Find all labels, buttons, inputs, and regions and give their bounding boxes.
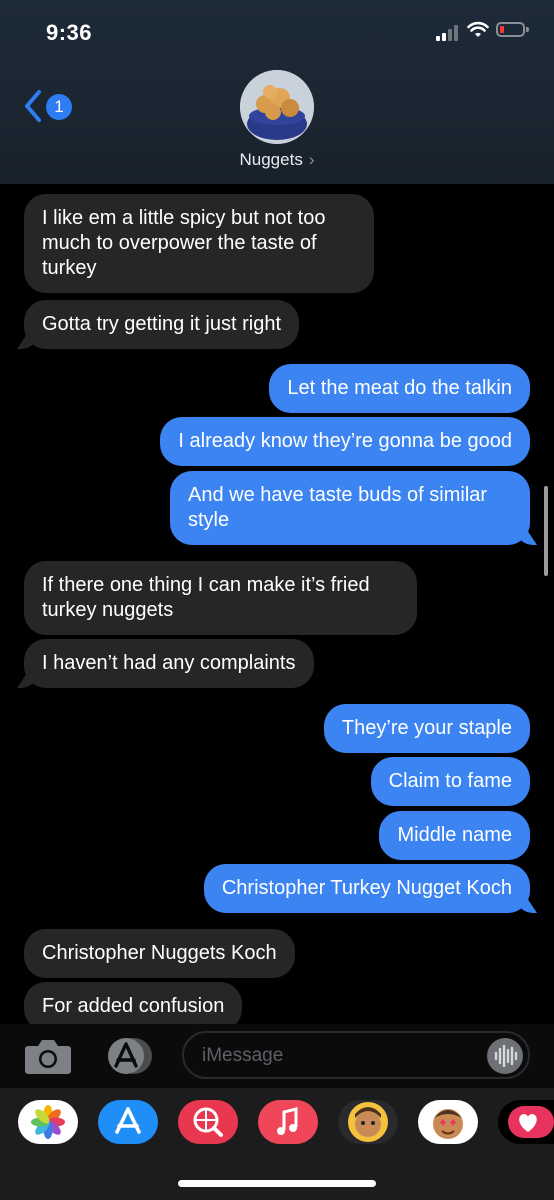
apps-button[interactable]: [104, 1036, 156, 1076]
incoming-message[interactable]: Gotta try getting it just right: [24, 300, 299, 349]
incoming-message[interactable]: I like em a little spicy but not too muc…: [24, 194, 374, 293]
nuggets-photo-icon: [240, 70, 314, 144]
memoji-stickers-icon: [433, 1109, 463, 1139]
music-app-button[interactable]: [258, 1100, 318, 1144]
waveform-icon: [494, 1044, 518, 1068]
contact-name: Nuggets: [239, 150, 303, 169]
outgoing-message[interactable]: They’re your staple: [323, 704, 530, 753]
message-input-field[interactable]: [182, 1031, 530, 1079]
memoji-app-button[interactable]: [338, 1100, 398, 1144]
camera-button[interactable]: [24, 1036, 72, 1076]
compose-bar: [0, 1024, 554, 1088]
outgoing-message[interactable]: And we have taste buds of similar style: [170, 471, 530, 545]
home-indicator[interactable]: [178, 1180, 376, 1187]
incoming-message[interactable]: For added confusion: [24, 982, 243, 1024]
digital-touch-app-button[interactable]: [498, 1100, 554, 1144]
outgoing-message[interactable]: Christopher Turkey Nugget Koch: [203, 864, 530, 913]
outgoing-message[interactable]: Claim to fame: [370, 757, 530, 806]
incoming-message[interactable]: If there one thing I can make it’s fried…: [24, 561, 417, 635]
outgoing-message[interactable]: I already know they’re gonna be good: [160, 417, 530, 466]
memoji-icon: [348, 1102, 388, 1142]
battery-icon: [496, 22, 529, 37]
message-thread[interactable]: I like em a little spicy but not too muc…: [0, 184, 554, 1024]
chevron-right-icon: ›: [308, 150, 315, 169]
wifi-icon: [467, 21, 489, 37]
app-store-icon: [108, 1038, 152, 1074]
globe-search-icon: [193, 1107, 223, 1137]
back-button[interactable]: 1: [22, 88, 76, 124]
cellular-signal-icon: [436, 24, 462, 41]
message-input[interactable]: [200, 1041, 474, 1071]
web-search-app-button[interactable]: [178, 1100, 238, 1144]
chevron-left-icon: [25, 90, 41, 122]
heart-icon: [508, 1106, 554, 1138]
status-time: 9:36: [46, 20, 93, 45]
camera-icon: [25, 1040, 71, 1074]
scrollbar[interactable]: [544, 486, 548, 576]
unread-count-badge: 1: [46, 94, 72, 120]
outgoing-message[interactable]: Let the meat do the talkin: [269, 364, 530, 413]
photos-icon: [31, 1105, 65, 1139]
incoming-message[interactable]: I haven’t had any complaints: [24, 639, 314, 688]
audio-message-button[interactable]: [487, 1038, 523, 1074]
conversation-header: 9:36 1 Nuggets ›: [0, 0, 554, 184]
music-note-icon: [277, 1107, 298, 1135]
memoji-stickers-app-button[interactable]: [418, 1100, 478, 1144]
outgoing-message[interactable]: Middle name: [379, 811, 530, 860]
app-store-icon: [115, 1107, 141, 1134]
photos-app-button[interactable]: [18, 1100, 78, 1144]
contact-name-button[interactable]: Nuggets ›: [0, 150, 554, 170]
app-store-app-button[interactable]: [98, 1100, 158, 1144]
contact-avatar[interactable]: [240, 70, 314, 144]
incoming-message[interactable]: Christopher Nuggets Koch: [24, 929, 295, 978]
